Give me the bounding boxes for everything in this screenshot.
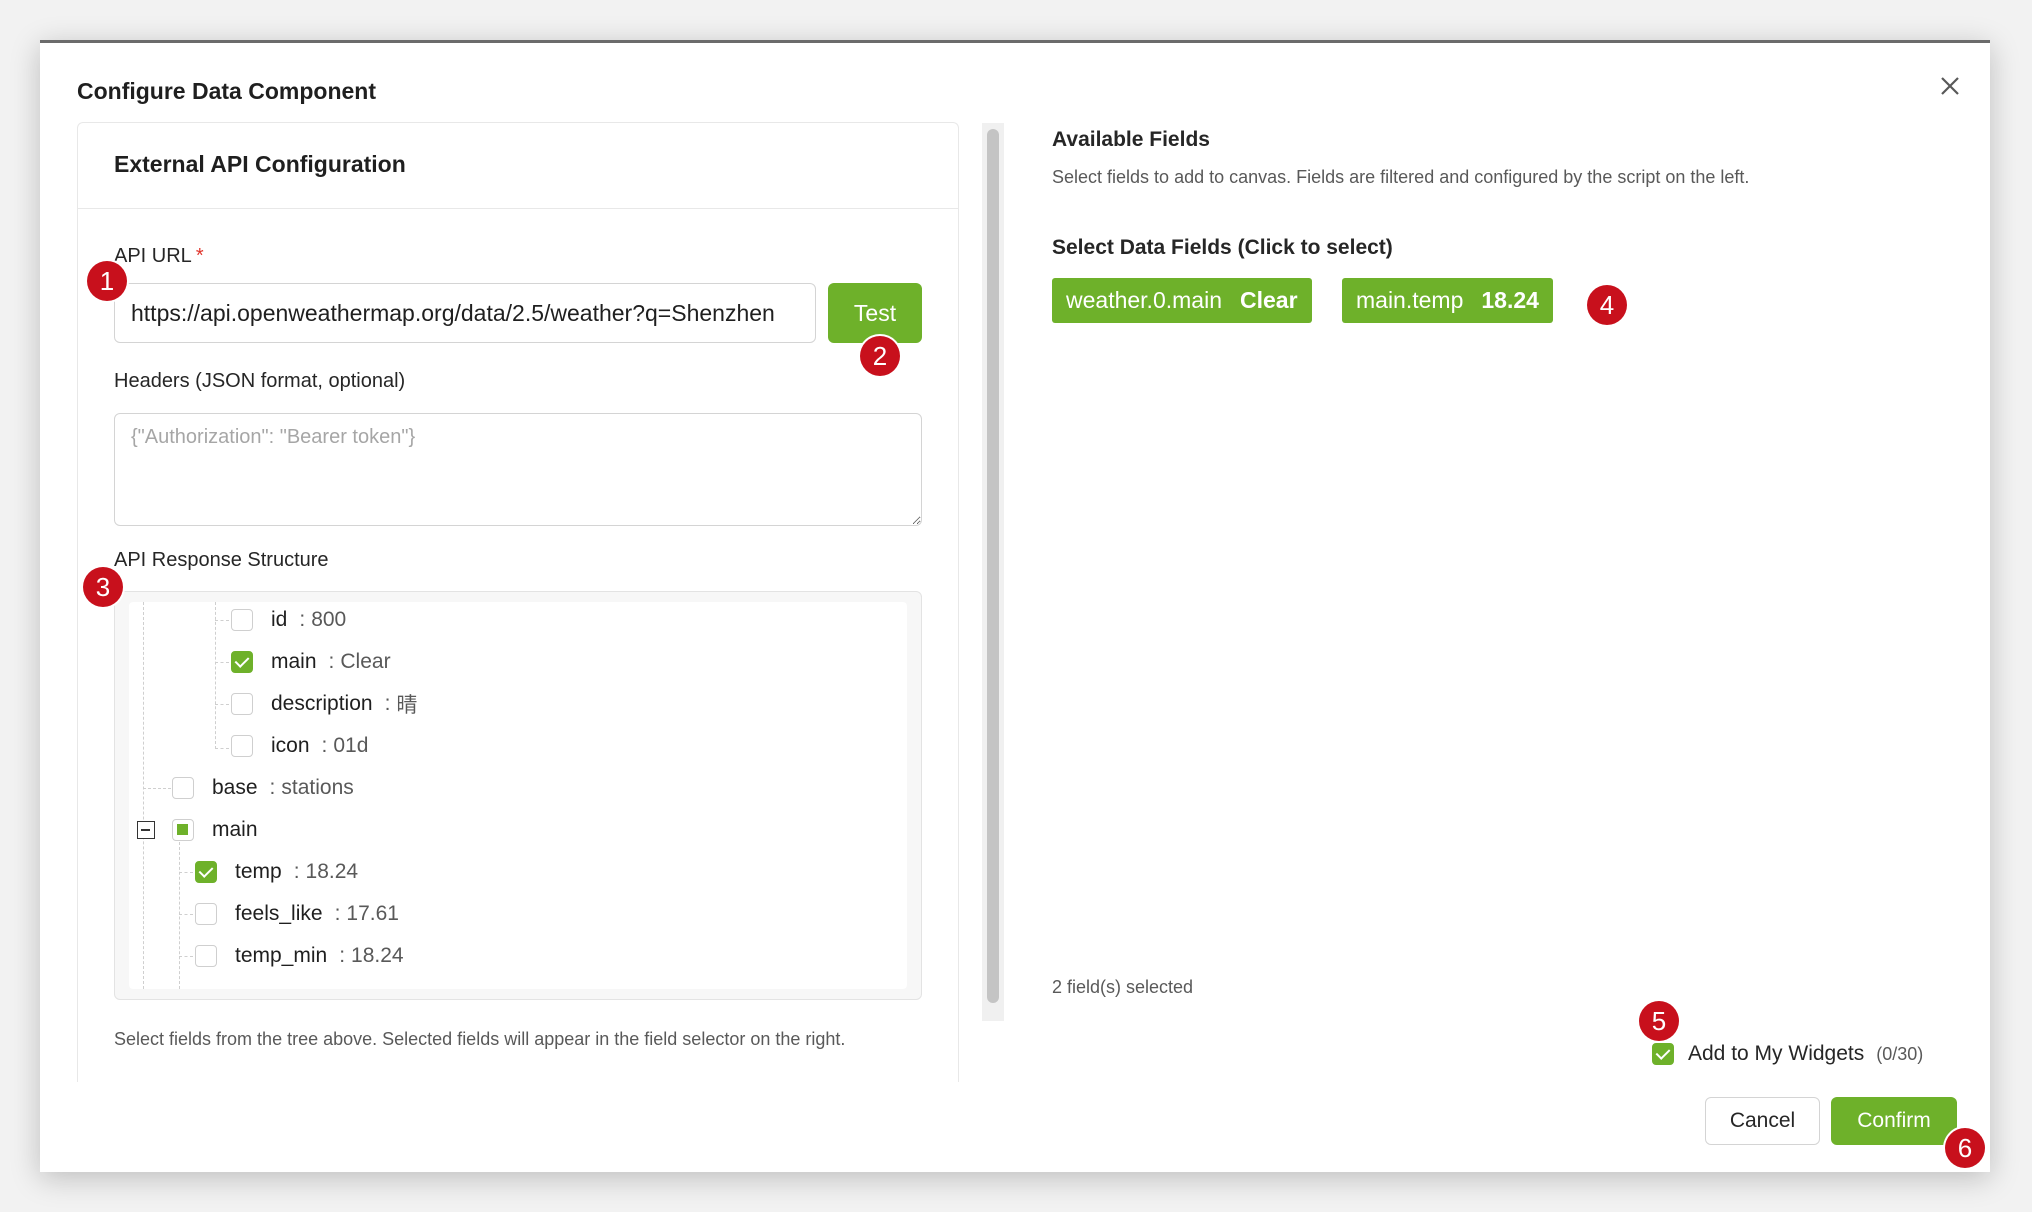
- tree-node-weather-main[interactable]: main : Clear: [231, 646, 391, 678]
- annotation-badge-2: 2: [860, 336, 900, 376]
- tree-node-id[interactable]: id : 800: [231, 604, 346, 636]
- node-key: main: [271, 650, 317, 673]
- field-chip-weather-main[interactable]: weather.0.main Clear: [1052, 278, 1312, 323]
- field-chip-main-temp[interactable]: main.temp 18.24: [1342, 278, 1553, 323]
- panel-title: External API Configuration: [114, 151, 406, 177]
- node-value: 01d: [333, 734, 369, 757]
- node-value: stations: [281, 776, 354, 799]
- headers-textarea[interactable]: [114, 413, 922, 526]
- tree-node-feels-like[interactable]: feels_like : 17.61: [195, 898, 399, 930]
- checkbox[interactable]: [195, 903, 217, 925]
- annotation-badge-1: 1: [87, 261, 127, 301]
- node-separator: :: [321, 734, 328, 757]
- tree-node-main[interactable]: main: [172, 814, 258, 846]
- api-url-input[interactable]: [114, 283, 816, 343]
- select-fields-title: Select Data Fields (Click to select): [1052, 236, 1393, 259]
- chip-value: 18.24: [1481, 287, 1539, 313]
- api-url-label: API URL *: [114, 245, 204, 267]
- checkmark-icon[interactable]: [1652, 1043, 1674, 1065]
- tree-node-temp-min[interactable]: temp_min : 18.24: [195, 940, 404, 972]
- widgets-count: (0/30): [1876, 1043, 1924, 1064]
- chip-field: main.temp: [1356, 287, 1464, 313]
- node-key: icon: [271, 734, 310, 757]
- node-value: 18.24: [305, 860, 359, 883]
- tree-node-icon[interactable]: icon : 01d: [231, 730, 368, 762]
- node-separator: :: [328, 650, 335, 673]
- confirm-button[interactable]: Confirm: [1831, 1097, 1957, 1145]
- required-mark: *: [195, 245, 204, 267]
- available-fields-title: Available Fields: [1052, 128, 1210, 151]
- configure-data-dialog: Configure Data Component External API Co…: [40, 40, 1990, 1172]
- checkbox-partial[interactable]: [172, 819, 194, 841]
- selected-count: 2 field(s) selected: [1052, 977, 1194, 997]
- node-key: id: [271, 608, 288, 631]
- node-value: Clear: [340, 650, 391, 673]
- api-config-panel: External API Configuration API URL* Test…: [77, 122, 959, 1082]
- node-key: description: [271, 692, 373, 715]
- node-value: 17.61: [346, 902, 399, 925]
- node-key: base: [212, 776, 258, 799]
- headers-label: Headers (JSON format, optional): [114, 370, 406, 392]
- node-separator: :: [293, 860, 300, 883]
- node-value: 晴: [396, 694, 418, 717]
- close-icon[interactable]: [1935, 71, 1965, 101]
- checkmark-icon[interactable]: [231, 651, 253, 673]
- checkbox[interactable]: [231, 609, 253, 631]
- chip-value: Clear: [1239, 287, 1298, 313]
- add-to-widgets-option[interactable]: Add to My Widgets (0/30): [1652, 1039, 1923, 1069]
- checkbox[interactable]: [172, 777, 194, 799]
- checkbox[interactable]: [231, 735, 253, 757]
- tree-content: id : 800 main : Clear description : 晴 ic…: [129, 602, 907, 989]
- node-separator: :: [384, 692, 391, 715]
- node-separator: :: [299, 608, 306, 631]
- node-separator: :: [339, 944, 346, 967]
- panel-header: External API Configuration: [78, 123, 958, 209]
- annotation-badge-6: 6: [1945, 1128, 1985, 1168]
- tree-help-text: Select fields from the tree above. Selec…: [114, 1029, 846, 1049]
- tree-node-base[interactable]: base : stations: [172, 772, 354, 804]
- node-key: temp: [235, 860, 282, 883]
- available-fields-description: Select fields to add to canvas. Fields a…: [1052, 167, 1750, 187]
- checkbox[interactable]: [195, 945, 217, 967]
- test-button[interactable]: Test: [828, 283, 922, 343]
- dialog-title: Configure Data Component: [77, 78, 376, 104]
- node-separator: :: [269, 776, 276, 799]
- node-value: 800: [311, 608, 347, 631]
- response-tree[interactable]: id : 800 main : Clear description : 晴 ic…: [114, 591, 922, 1000]
- node-key: temp_min: [235, 944, 328, 967]
- chip-field: weather.0.main: [1066, 287, 1222, 313]
- node-key: feels_like: [235, 902, 323, 925]
- response-structure-label: API Response Structure: [114, 549, 329, 571]
- collapse-minus-icon[interactable]: [137, 821, 155, 839]
- cancel-button[interactable]: Cancel: [1705, 1097, 1820, 1145]
- annotation-badge-3: 3: [83, 567, 123, 607]
- node-separator: :: [334, 902, 341, 925]
- node-value: 18.24: [351, 944, 404, 967]
- tree-node-description[interactable]: description : 晴: [231, 688, 417, 720]
- checkbox[interactable]: [231, 693, 253, 715]
- annotation-badge-4: 4: [1587, 285, 1627, 325]
- annotation-badge-5: 5: [1639, 1001, 1679, 1041]
- node-key: main: [212, 818, 258, 841]
- scrollbar-thumb[interactable]: [987, 129, 999, 1003]
- checkmark-icon[interactable]: [195, 861, 217, 883]
- add-to-widgets-label: Add to My Widgets: [1688, 1042, 1865, 1065]
- tree-node-temp[interactable]: temp : 18.24: [195, 856, 358, 888]
